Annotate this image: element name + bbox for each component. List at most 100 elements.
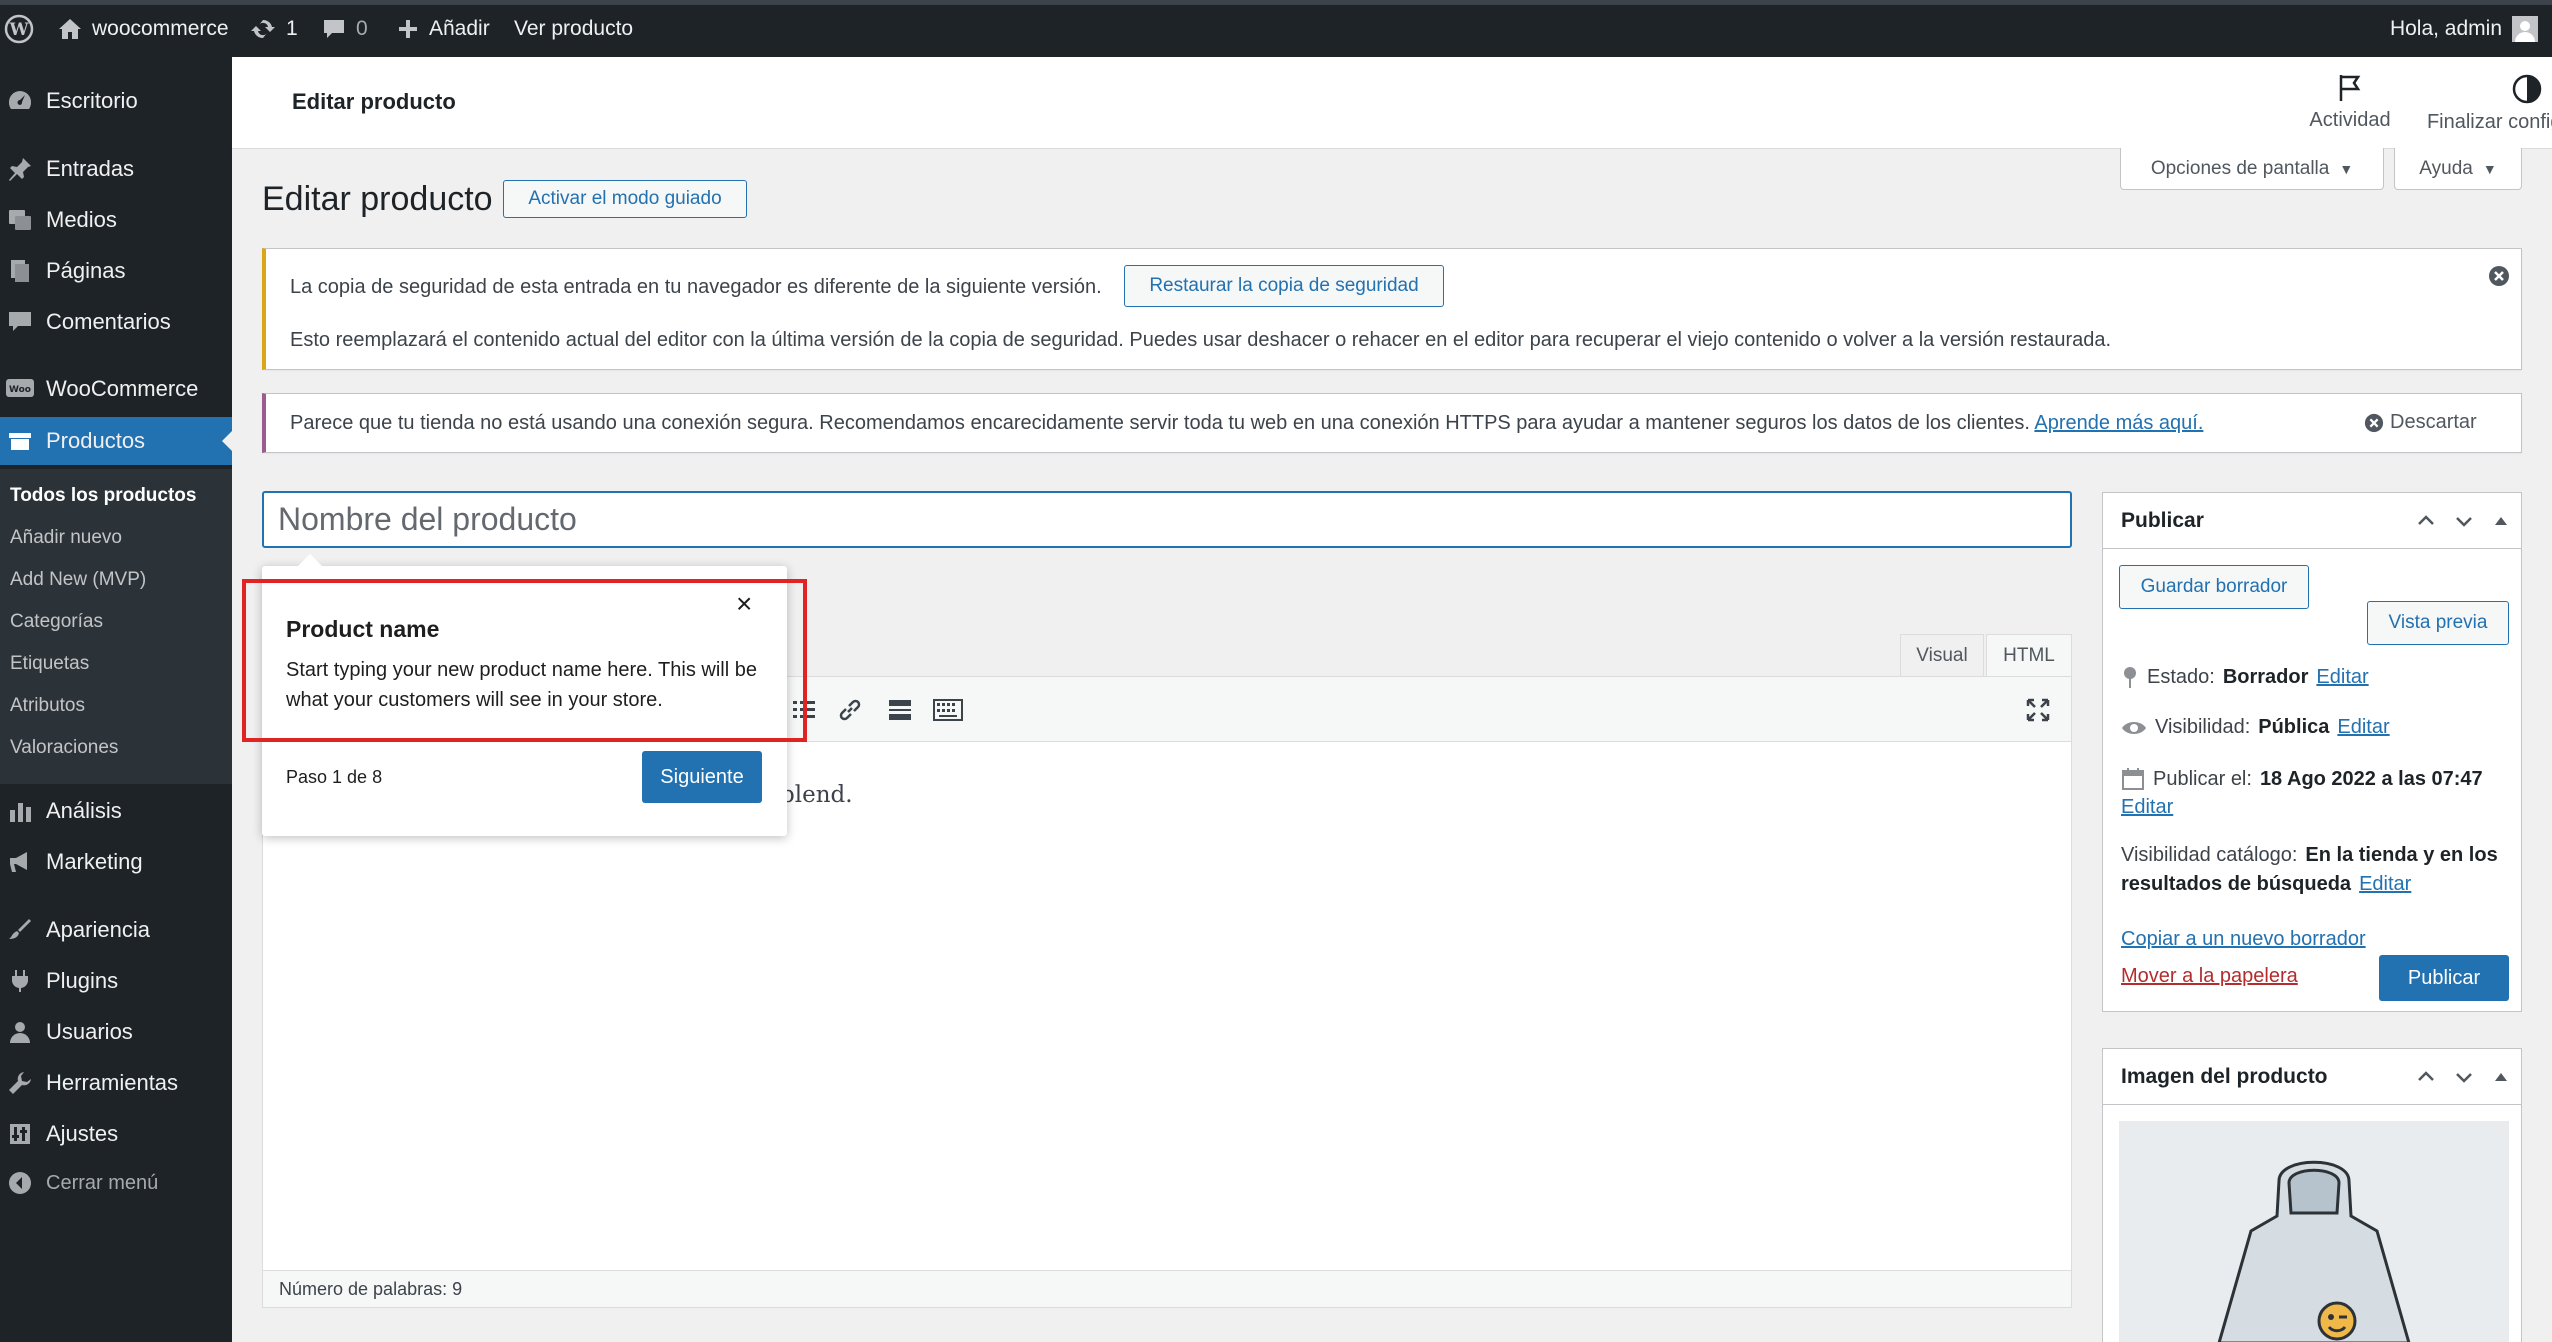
fullscreen-icon[interactable]	[2025, 697, 2051, 728]
my-account-link[interactable]: Hola, admin	[2390, 0, 2538, 57]
comments-link[interactable]: 0	[322, 0, 368, 57]
dismiss-backup-icon[interactable]	[2488, 265, 2510, 293]
plus-icon	[399, 19, 417, 38]
chevron-down-icon[interactable]	[2453, 1066, 2475, 1088]
greeting: Hola, admin	[2389, 16, 2502, 40]
restore-backup-button[interactable]: Restaurar la copia de seguridad	[1124, 265, 1444, 307]
publish-box: Publicar Guardar borrador Vista previa E…	[2102, 492, 2522, 1012]
submenu-attributes[interactable]: Atributos	[10, 695, 85, 717]
publish-date-line: Publicar el: 18 Ago 2022 a las 07:47	[2121, 767, 2483, 791]
https-notice-text: Parece que tu tienda no está usando una …	[290, 412, 2203, 435]
chevron-up-icon[interactable]	[2415, 510, 2437, 532]
sidebar-item-label: Medios	[46, 207, 117, 232]
submenu-reviews[interactable]: Valoraciones	[10, 737, 118, 759]
sidebar-item-label: Herramientas	[46, 1070, 179, 1095]
publish-date-value: 18 Ago 2022 a las 07:47	[2259, 767, 2483, 790]
submenu-categories[interactable]: Categorías	[10, 611, 103, 633]
media-icon	[6, 206, 34, 234]
calendar-icon	[2122, 768, 2144, 790]
learn-more-link[interactable]: Aprende más aquí.	[2034, 412, 2203, 434]
sidebar-item-dashboard[interactable]: Escritorio	[0, 77, 232, 125]
publish-button[interactable]: Publicar	[2379, 955, 2509, 1001]
sidebar-item-label: WooCommerce	[46, 376, 199, 401]
updates-link[interactable]: 1	[250, 0, 298, 57]
next-button[interactable]: Siguiente	[642, 751, 762, 803]
admin-bar: W woocommerce 1 0 Añadir Ver producto Ho…	[0, 0, 2552, 57]
dismiss-https-button[interactable]: Descartar	[2364, 411, 2477, 434]
sidebar-item-users[interactable]: Usuarios	[0, 1008, 232, 1056]
half-circle-icon	[2512, 74, 2542, 104]
submenu-add-new-mvp[interactable]: Add New (MVP)	[10, 569, 146, 591]
publish-box-header[interactable]: Publicar	[2103, 493, 2521, 549]
hoodie-illustration-icon	[2217, 1160, 2411, 1342]
save-draft-button[interactable]: Guardar borrador	[2119, 565, 2309, 609]
site-name-link[interactable]: woocommerce	[58, 0, 229, 57]
sidebar-item-products[interactable]: Productos	[0, 417, 232, 465]
woocommerce-header: Editar producto Actividad Finalizar conf…	[232, 57, 2552, 149]
tab-visual[interactable]: Visual	[1900, 634, 1984, 676]
sidebar-item-label: Apariencia	[46, 917, 150, 942]
product-name-input[interactable]: Nombre del producto	[262, 491, 2072, 548]
screen-options-button[interactable]: Opciones de pantalla ▼	[2120, 148, 2384, 190]
tour-step: Paso 1 de 8	[286, 767, 383, 787]
user-icon	[6, 1018, 34, 1046]
page-title: Editar producto	[262, 180, 493, 218]
updates-icon	[251, 19, 275, 38]
catalog-visibility-value-2: resultados de búsqueda	[2121, 873, 2352, 895]
view-product-link[interactable]: Ver producto	[514, 0, 633, 57]
product-image-header[interactable]: Imagen del producto	[2103, 1049, 2521, 1105]
catalog-visibility-value-1: En la tienda y en los	[2305, 844, 2498, 866]
tab-html[interactable]: HTML	[1986, 634, 2072, 676]
submenu-all-products[interactable]: Todos los productos	[10, 485, 196, 507]
sidebar-item-analytics[interactable]: Análisis	[0, 787, 232, 835]
preview-button[interactable]: Vista previa	[2367, 601, 2509, 645]
backup-notice-text: La copia de seguridad de esta entrada en…	[290, 276, 1102, 298]
sidebar-item-appearance[interactable]: Apariencia	[0, 906, 232, 954]
sidebar-item-media[interactable]: Medios	[0, 196, 232, 244]
sidebar-item-tools[interactable]: Herramientas	[0, 1059, 232, 1107]
sidebar-item-label: Cerrar menú	[46, 1171, 159, 1194]
sidebar-item-label: Entradas	[46, 156, 135, 181]
product-image-thumbnail[interactable]	[2119, 1121, 2509, 1342]
sidebar-item-label: Marketing	[46, 849, 143, 874]
view-product-label: Ver producto	[514, 16, 634, 40]
edit-visibility-link[interactable]: Editar	[2337, 716, 2389, 739]
toggle-triangle-icon[interactable]	[2491, 1067, 2511, 1087]
help-label: Ayuda	[2419, 157, 2473, 179]
finish-setup-button[interactable]: Finalizar configuración	[2332, 73, 2552, 134]
toolbar-toggle-icon[interactable]	[933, 697, 963, 728]
svg-text:W: W	[8, 20, 29, 40]
submenu-add-new[interactable]: Añadir nuevo	[10, 527, 122, 549]
read-more-icon[interactable]	[887, 697, 913, 728]
sidebar-item-plugins[interactable]: Plugins	[0, 957, 232, 1005]
submenu-tags[interactable]: Etiquetas	[10, 653, 89, 675]
product-image-box: Imagen del producto	[2102, 1048, 2522, 1342]
guided-mode-button[interactable]: Activar el modo guiado	[503, 180, 747, 218]
sidebar-item-pages[interactable]: Páginas	[0, 247, 232, 295]
sidebar-item-settings[interactable]: Ajustes	[0, 1110, 232, 1158]
sidebar-item-label: Plugins	[46, 968, 119, 993]
edit-catalog-visibility-link[interactable]: Editar	[2359, 873, 2411, 896]
sidebar-item-woocommerce[interactable]: Woo WooCommerce	[0, 365, 232, 413]
link-icon[interactable]	[837, 697, 863, 728]
backup-notice: La copia de seguridad de esta entrada en…	[262, 248, 2522, 370]
trash-link[interactable]: Mover a la papelera	[2121, 965, 2298, 988]
catalog-visibility-label: Visibilidad catálogo:	[2121, 844, 2298, 866]
sidebar-item-posts[interactable]: Entradas	[0, 145, 232, 193]
sidebar-collapse-menu[interactable]: Cerrar menú	[0, 1159, 232, 1207]
chevron-down-icon[interactable]	[2453, 510, 2475, 532]
sidebar-item-comments[interactable]: Comentarios	[0, 298, 232, 346]
toggle-triangle-icon[interactable]	[2491, 511, 2511, 531]
chevron-up-icon[interactable]	[2415, 1066, 2437, 1088]
sidebar-item-label: Ajustes	[46, 1121, 119, 1146]
edit-publish-date-link[interactable]: Editar	[2121, 796, 2173, 819]
wordpress-logo-icon[interactable]: W	[4, 0, 34, 57]
comments-count: 0	[356, 16, 368, 40]
copy-draft-link[interactable]: Copiar a un nuevo borrador	[2121, 928, 2366, 951]
help-button[interactable]: Ayuda ▼	[2394, 148, 2522, 190]
eye-icon	[2122, 721, 2146, 734]
publish-box-title: Publicar	[2121, 508, 2204, 532]
edit-status-link[interactable]: Editar	[2316, 666, 2368, 689]
sidebar-item-marketing[interactable]: Marketing	[0, 838, 232, 886]
new-content-link[interactable]: Añadir	[397, 0, 490, 57]
